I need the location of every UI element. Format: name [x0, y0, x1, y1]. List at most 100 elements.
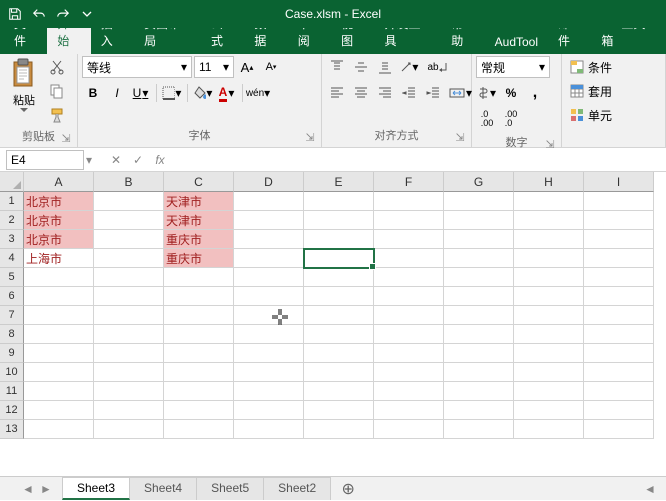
increase-decimal-icon[interactable]: .0.00 [476, 108, 498, 130]
cell[interactable] [24, 268, 94, 287]
cell[interactable] [374, 401, 444, 420]
format-painter-icon[interactable] [46, 104, 68, 126]
sheet-tab[interactable]: Sheet4 [129, 477, 197, 500]
row-header[interactable]: 10 [0, 363, 24, 382]
cell[interactable] [584, 344, 654, 363]
cell[interactable] [444, 192, 514, 211]
formula-input[interactable] [174, 150, 666, 170]
cell[interactable] [234, 420, 304, 439]
wrap-text-button[interactable]: ab [422, 56, 452, 78]
cell[interactable] [234, 344, 304, 363]
row-header[interactable]: 6 [0, 287, 24, 306]
comma-icon[interactable]: , [524, 82, 546, 104]
cell[interactable] [584, 192, 654, 211]
cell[interactable] [94, 325, 164, 344]
cell[interactable] [444, 306, 514, 325]
border-button[interactable]: ▾ [161, 82, 183, 104]
cell[interactable] [584, 268, 654, 287]
spreadsheet-grid[interactable]: ABCDEFGHI 12345678910111213 北京市天津市北京市天津市… [0, 172, 666, 476]
percent-icon[interactable]: % [500, 82, 522, 104]
cell[interactable] [24, 287, 94, 306]
cell[interactable] [24, 363, 94, 382]
cut-icon[interactable] [46, 56, 68, 78]
cell[interactable] [94, 382, 164, 401]
increase-font-icon[interactable]: A▴ [236, 56, 258, 78]
cell[interactable] [94, 211, 164, 230]
cell[interactable] [164, 306, 234, 325]
cell[interactable] [234, 401, 304, 420]
cell[interactable] [444, 211, 514, 230]
dialog-launcher-icon[interactable]: ⇲ [543, 138, 557, 152]
align-center-icon[interactable] [350, 82, 372, 104]
row-header[interactable]: 2 [0, 211, 24, 230]
cell[interactable] [304, 325, 374, 344]
align-middle-icon[interactable] [350, 56, 372, 78]
font-name-combo[interactable]: 等线▾ [82, 56, 192, 78]
name-box[interactable]: E4 [6, 150, 84, 170]
row-header[interactable]: 11 [0, 382, 24, 401]
cell[interactable] [584, 211, 654, 230]
cell[interactable] [164, 344, 234, 363]
decrease-font-icon[interactable]: A▾ [260, 56, 282, 78]
cell[interactable] [444, 249, 514, 268]
cell[interactable] [444, 230, 514, 249]
cell[interactable] [444, 344, 514, 363]
dialog-launcher-icon[interactable]: ⇲ [303, 131, 317, 145]
cell[interactable] [444, 325, 514, 344]
column-header[interactable]: A [24, 172, 94, 192]
cell[interactable] [514, 382, 584, 401]
column-header[interactable]: H [514, 172, 584, 192]
cell[interactable] [94, 192, 164, 211]
cell[interactable] [24, 382, 94, 401]
font-size-combo[interactable]: 11▾ [194, 56, 234, 78]
cell[interactable] [24, 401, 94, 420]
cell-styles-button[interactable]: 单元 [566, 104, 616, 126]
cell[interactable] [584, 325, 654, 344]
dialog-launcher-icon[interactable]: ⇲ [59, 132, 73, 146]
column-header[interactable]: B [94, 172, 164, 192]
cell[interactable] [444, 287, 514, 306]
cell[interactable] [304, 249, 374, 268]
cell[interactable]: 上海市 [24, 249, 94, 268]
cell[interactable]: 北京市 [24, 211, 94, 230]
cell[interactable] [374, 249, 444, 268]
column-header[interactable]: I [584, 172, 654, 192]
paste-button[interactable]: 粘贴 [4, 56, 44, 113]
column-header[interactable]: D [234, 172, 304, 192]
cell[interactable] [234, 192, 304, 211]
cell[interactable] [374, 363, 444, 382]
cell[interactable] [304, 420, 374, 439]
save-icon[interactable] [4, 3, 26, 25]
cell[interactable] [584, 287, 654, 306]
cell[interactable] [234, 211, 304, 230]
cell[interactable] [94, 287, 164, 306]
cell[interactable] [164, 287, 234, 306]
cell[interactable] [584, 382, 654, 401]
cell[interactable] [514, 363, 584, 382]
decrease-decimal-icon[interactable]: .00.0 [500, 108, 522, 130]
cell[interactable] [304, 382, 374, 401]
cell[interactable] [94, 268, 164, 287]
currency-icon[interactable]: ▾ [476, 82, 498, 104]
tab-scroll-left-icon[interactable]: ◄ [642, 481, 658, 497]
cell[interactable] [444, 363, 514, 382]
add-sheet-button[interactable]: ⊕ [336, 477, 360, 501]
conditional-formatting-button[interactable]: 条件 [566, 56, 616, 78]
cell[interactable] [164, 420, 234, 439]
phonetic-guide-button[interactable]: wén▾ [247, 82, 269, 104]
cell[interactable] [304, 287, 374, 306]
cell[interactable] [444, 401, 514, 420]
cell[interactable] [514, 192, 584, 211]
cell[interactable] [584, 420, 654, 439]
copy-icon[interactable] [46, 80, 68, 102]
cell[interactable] [514, 401, 584, 420]
cell[interactable] [234, 287, 304, 306]
cell[interactable] [374, 192, 444, 211]
cell[interactable] [304, 192, 374, 211]
decrease-indent-icon[interactable] [398, 82, 420, 104]
cell[interactable] [374, 268, 444, 287]
cell[interactable] [374, 344, 444, 363]
cell[interactable] [24, 344, 94, 363]
ribbon-tab-10[interactable]: AudTool [485, 30, 548, 54]
cell[interactable] [304, 401, 374, 420]
